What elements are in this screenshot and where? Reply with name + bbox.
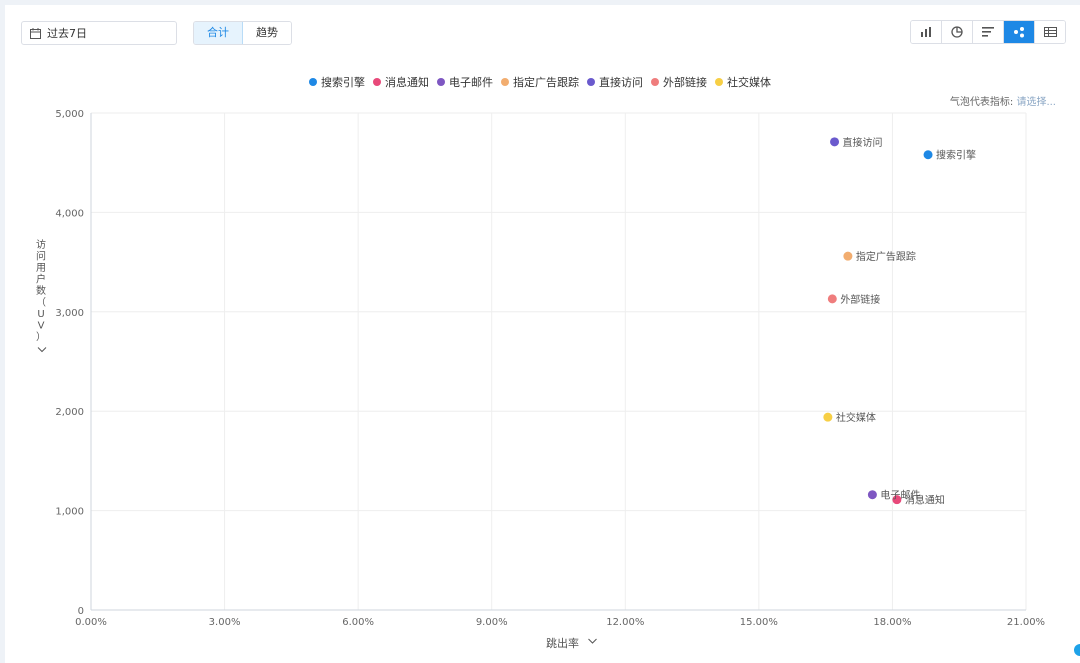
data-point-label: 社交媒体 [836, 411, 876, 424]
data-point [923, 150, 933, 160]
y-axis-chevron-icon [37, 347, 47, 353]
x-tick-label: 15.00% [740, 617, 778, 628]
data-point [827, 294, 837, 304]
y-axis-label: 访问用户数（ U V） [36, 239, 46, 343]
x-tick-label: 0.00% [75, 617, 107, 628]
x-tick-label: 12.00% [606, 617, 644, 628]
x-axis-label: 跳出率 [546, 636, 579, 650]
y-tick-label: 3,000 [55, 308, 84, 319]
data-point [843, 251, 853, 261]
x-axis-chevron-icon [588, 638, 597, 644]
data-point-label: 外部链接 [840, 293, 880, 306]
x-tick-label: 6.00% [342, 617, 374, 628]
data-point-label: 指定广告跟踪 [856, 250, 916, 263]
x-tick-label: 21.00% [1007, 617, 1045, 628]
x-tick-label: 3.00% [209, 617, 241, 628]
x-tick-label: 9.00% [476, 617, 508, 628]
data-point-label: 搜索引擎 [936, 149, 976, 162]
data-point [823, 412, 833, 422]
y-tick-label: 4,000 [55, 208, 84, 219]
data-point-label: 电子邮件 [880, 489, 920, 502]
y-tick-label: 2,000 [55, 407, 84, 418]
data-point-label: 直接访问 [843, 136, 883, 149]
y-tick-label: 0 [78, 606, 84, 617]
scatter-chart: 0.00% 3.00% 6.00% 9.00% 12.00% 15.00% 18.00% 21… [36, 109, 1045, 650]
floating-action-dot[interactable] [1074, 644, 1080, 656]
y-tick-label: 1,000 [55, 507, 84, 518]
data-point [867, 490, 877, 500]
x-tick-label: 18.00% [873, 617, 911, 628]
y-tick-label: 5,000 [55, 109, 84, 120]
data-point [830, 137, 840, 147]
